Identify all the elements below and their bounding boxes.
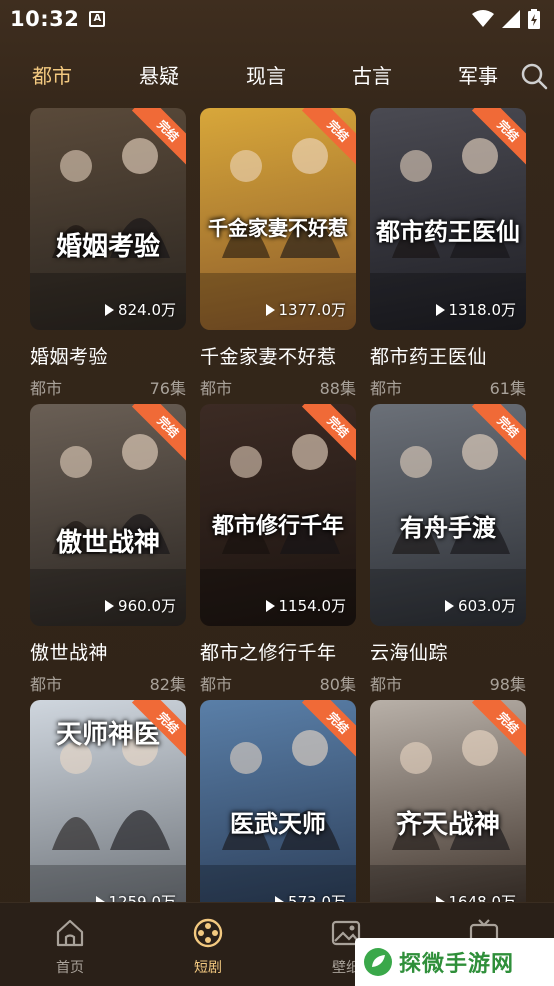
drama-poster[interactable]: 医武天师完结573.0万: [200, 700, 356, 922]
drama-title: 婚姻考验: [30, 346, 109, 368]
nav-home-label: 首页: [56, 960, 84, 976]
search-icon[interactable]: [520, 62, 548, 90]
view-count: 603.0万: [445, 595, 516, 616]
view-count: 960.0万: [105, 595, 176, 616]
drama-title: 千金家妻不好惹: [200, 346, 337, 368]
status-icons: [472, 9, 540, 29]
drama-card[interactable]: 天师神医完结1259.0万: [30, 700, 186, 922]
drama-genre: 都市: [200, 379, 233, 398]
view-count: 1154.0万: [265, 595, 347, 616]
poster-title-art: 傲世战神: [55, 528, 160, 558]
nav-shorts[interactable]: 短剧: [168, 917, 248, 977]
play-icon: [265, 599, 275, 612]
drama-card[interactable]: 千金家妻不好惹 完结 1377.0万 千金家妻不好惹 都市 88集: [200, 108, 356, 399]
drama-meta: 都市 61集: [370, 375, 526, 399]
drama-poster[interactable]: 天师神医完结1259.0万: [30, 700, 186, 922]
drama-genre: 都市: [30, 379, 63, 398]
drama-meta: 都市 82集: [30, 671, 186, 695]
play-icon: [105, 303, 115, 316]
view-count-text: 824.0万: [118, 301, 176, 319]
leaf-logo-icon: [364, 948, 392, 976]
drama-card[interactable]: 都市药王医仙 完结 1318.0万 都市药王医仙 都市 61集: [370, 108, 526, 399]
view-count-text: 1377.0万: [278, 301, 347, 319]
drama-genre: 都市: [200, 675, 233, 694]
view-count: 824.0万: [105, 299, 176, 320]
battery-icon: [528, 9, 540, 29]
film-reel-icon: [193, 918, 223, 948]
drama-meta: 都市 76集: [30, 375, 186, 399]
episode-count: 88集: [319, 379, 356, 398]
tab-dushi[interactable]: 都市: [32, 60, 72, 89]
view-count-text: 603.0万: [458, 597, 516, 615]
view-count: 1318.0万: [435, 299, 517, 320]
episode-count: 61集: [489, 379, 526, 398]
drama-card[interactable]: 医武天师完结573.0万: [200, 700, 356, 922]
drama-poster[interactable]: 都市修行千年 完结 1154.0万: [200, 404, 356, 626]
drama-card[interactable]: 有舟手渡 完结 603.0万云海仙踪都市 98集: [370, 404, 526, 695]
drama-card[interactable]: 傲世战神 完结 960.0万 傲世战神 都市 82集: [30, 404, 186, 695]
drama-poster[interactable]: 有舟手渡 完结 603.0万: [370, 404, 526, 626]
view-count-text: 1318.0万: [448, 301, 517, 319]
poster-title-art: 都市修行千年: [211, 513, 344, 539]
drama-meta: 都市 88集: [200, 375, 356, 399]
episode-count: 76集: [149, 379, 186, 398]
status-bar: 10:32 A: [0, 0, 554, 38]
drama-card[interactable]: 都市修行千年 完结 1154.0万都市之修行千年 都市 80集: [200, 404, 356, 695]
drama-title: 都市之修行千年: [200, 642, 337, 664]
episode-count: 82集: [149, 675, 186, 694]
view-count: 1377.0万: [265, 299, 347, 320]
drama-card[interactable]: 婚姻考验 完结 824.0万 婚姻考验 都市 76集: [30, 108, 186, 399]
drama-poster[interactable]: 婚姻考验 完结 824.0万: [30, 108, 186, 330]
tab-xianyan[interactable]: 现言: [246, 60, 286, 89]
category-tabs: 都市 悬疑 现言 古言 军事: [0, 56, 554, 96]
tab-xuanyi[interactable]: 悬疑: [139, 60, 179, 89]
episode-count: 80集: [319, 675, 356, 694]
drama-poster[interactable]: 都市药王医仙 完结 1318.0万: [370, 108, 526, 330]
drama-meta: 都市 98集: [370, 671, 526, 695]
poster-title-art: 有舟手渡: [400, 513, 496, 542]
drama-poster[interactable]: 齐天战神完结1648.0万: [370, 700, 526, 922]
drama-title: 都市药王医仙: [370, 346, 488, 368]
play-icon: [435, 303, 445, 316]
poster-title-art: 婚姻考验: [55, 232, 160, 262]
drama-genre: 都市: [370, 379, 403, 398]
tab-guyan[interactable]: 古言: [352, 60, 392, 89]
signal-icon: [502, 10, 520, 28]
tab-junshi[interactable]: 军事: [458, 60, 498, 89]
play-icon: [265, 303, 275, 316]
play-icon: [445, 599, 455, 612]
drama-poster[interactable]: 千金家妻不好惹 完结 1377.0万: [200, 108, 356, 330]
watermark-badge: 探微手游网: [355, 938, 554, 986]
watermark-text: 探微手游网: [399, 952, 515, 977]
poster-title-art: 医武天师: [230, 809, 326, 838]
drama-poster[interactable]: 傲世战神 完结 960.0万: [30, 404, 186, 626]
drama-genre: 都市: [370, 675, 403, 694]
nav-home[interactable]: 首页: [30, 917, 110, 977]
poster-title-art: 都市药王医仙: [376, 217, 520, 246]
drama-genre: 都市: [30, 675, 63, 694]
notification-icon: A: [89, 11, 106, 27]
app-screen: 10:32 A 都市 悬疑 现言 古言 军事 婚姻考验 完结 824.0万 婚姻考验都…: [0, 0, 554, 986]
wifi-icon: [472, 10, 494, 27]
view-count-text: 960.0万: [118, 597, 176, 615]
drama-title: 傲世战神: [30, 642, 109, 664]
episode-count: 98集: [489, 675, 526, 694]
poster-title-art: 齐天战神: [395, 810, 500, 840]
view-count-text: 1154.0万: [278, 597, 347, 615]
home-icon: [56, 919, 84, 947]
nav-shorts-label: 短剧: [194, 960, 222, 976]
drama-card[interactable]: 齐天战神完结1648.0万: [370, 700, 526, 922]
status-time: 10:32: [10, 7, 80, 31]
drama-meta: 都市 80集: [200, 671, 356, 695]
poster-title-art: 千金家妻不好惹: [208, 216, 348, 240]
drama-title: 云海仙踪: [370, 642, 449, 664]
play-icon: [105, 599, 115, 612]
